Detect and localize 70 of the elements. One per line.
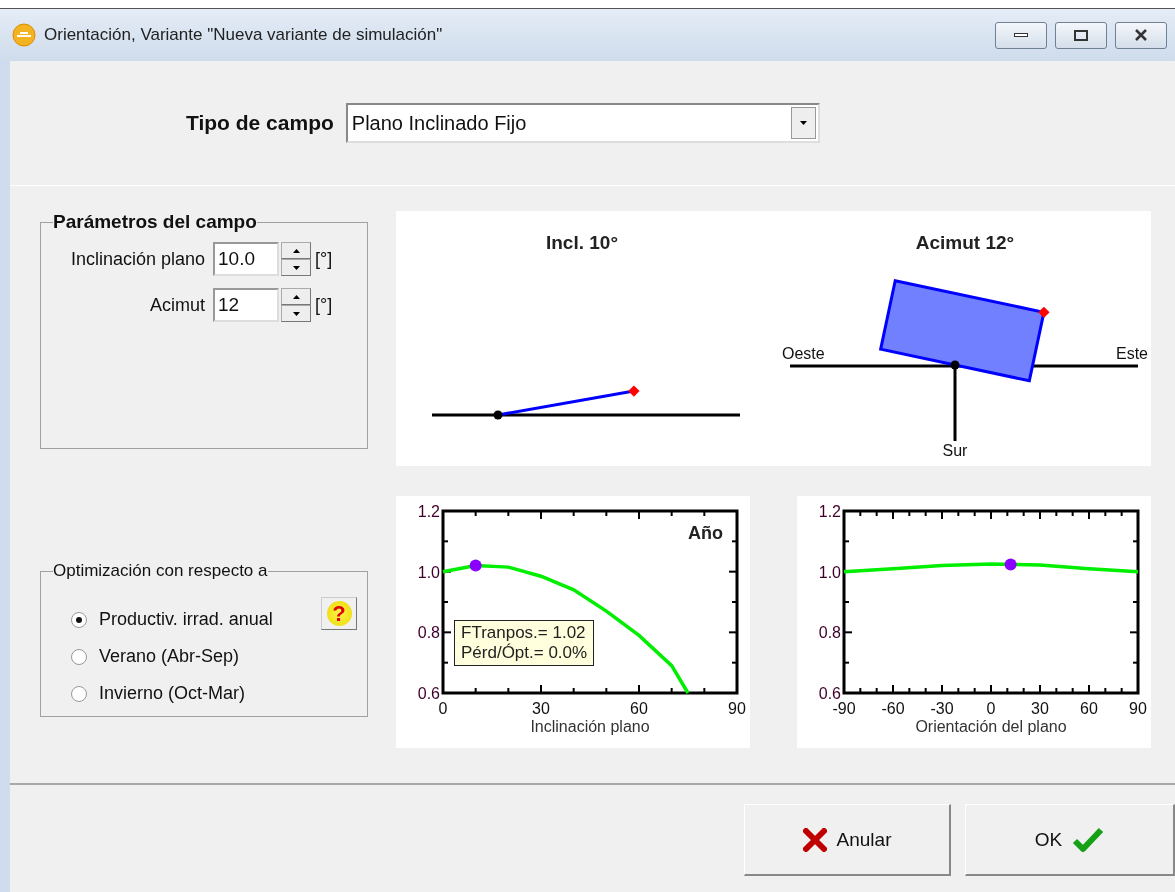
radio-button[interactable]	[71, 648, 87, 665]
maximize-icon	[1074, 29, 1088, 41]
tick-label: -30	[930, 700, 954, 717]
spin-up-button[interactable]	[281, 288, 311, 305]
number-input[interactable]: 10.0	[213, 242, 279, 276]
chart-title: Año	[688, 523, 723, 543]
tick-label: 1.2	[818, 503, 841, 520]
tick-label: 0	[438, 700, 448, 717]
cancel-button[interactable]: Anular	[744, 804, 951, 876]
tick-label: 0.8	[417, 624, 440, 642]
minimize-icon	[1014, 33, 1028, 37]
ok-button[interactable]: OK	[965, 804, 1175, 876]
tick-label: 60	[1080, 700, 1098, 717]
field-label: Inclinación plano	[69, 248, 206, 270]
radio-label: Invierno (Oct-Mar)	[99, 683, 246, 704]
marker-dot	[1004, 558, 1017, 571]
info-text: FTranpos.= 1.02	[461, 623, 587, 643]
tick-label: 0.6	[417, 685, 440, 702]
tick-label: 30	[532, 700, 550, 717]
radio-button[interactable]	[71, 611, 87, 628]
tick-label: 1.2	[417, 503, 440, 520]
tick-label: 0.8	[818, 624, 841, 642]
diagram-title: Incl. 10°	[546, 232, 618, 253]
tick-label: 1.0	[417, 563, 440, 581]
field-type-dropdown[interactable]: Plano Inclinado Fijo	[345, 103, 820, 143]
info-text: Pérd/Ópt.= 0.0%	[461, 643, 588, 663]
caret-down-icon	[292, 265, 300, 270]
close-icon	[1134, 29, 1148, 41]
unit-label: [°]	[315, 294, 334, 316]
radio-label: Productiv. irrad. anual	[99, 609, 273, 630]
spin-up-button[interactable]	[281, 242, 311, 259]
tick-label: 0.6	[818, 685, 841, 702]
field-type-label: Tipo de campo	[186, 111, 334, 135]
axis-label: Orientación del plano	[915, 718, 1067, 735]
maximize-button[interactable]	[1055, 21, 1107, 49]
tick-label: 90	[728, 700, 746, 717]
marker-dot	[469, 559, 482, 572]
cross-icon	[802, 827, 827, 852]
tick-label: 1.0	[818, 563, 841, 581]
caret-up-icon	[292, 294, 300, 299]
caret-down-icon	[292, 311, 300, 316]
caret-up-icon	[292, 248, 300, 253]
tick-label: 0	[986, 700, 996, 717]
axis-label: Inclinación plano	[530, 718, 650, 735]
dropdown-button[interactable]	[790, 107, 816, 139]
number-input[interactable]: 12	[213, 288, 279, 322]
checkmark-icon	[1072, 826, 1105, 853]
tick-label: 30	[1031, 700, 1049, 717]
group-title: Parámetros del campo	[53, 211, 257, 233]
spin-down-button[interactable]	[281, 259, 311, 276]
direction-label: Sur	[942, 442, 968, 459]
radio-label: Verano (Abr-Sep)	[99, 646, 240, 667]
caret-icon	[799, 121, 807, 125]
app-logo-icon	[12, 23, 36, 47]
minimize-button[interactable]	[995, 21, 1047, 49]
direction-label: Oeste	[782, 345, 825, 362]
group-title: Optimización con respecto a	[53, 561, 268, 581]
spin-down-button[interactable]	[281, 305, 311, 322]
tick-label: -60	[881, 700, 905, 717]
diagram-title: Acimut 12°	[915, 232, 1015, 253]
field-label: Acimut	[149, 294, 206, 316]
tick-label: -90	[832, 700, 856, 717]
radio-button[interactable]	[71, 685, 87, 702]
tick-label: 60	[630, 700, 648, 717]
window-title: Orientación, Variante "Nueva variante de simulación"	[44, 25, 444, 45]
help-button[interactable]: ?	[321, 597, 357, 630]
direction-label: Este	[1116, 345, 1148, 362]
tick-label: 90	[1129, 700, 1147, 717]
unit-label: [°]	[315, 248, 334, 270]
close-button[interactable]	[1115, 21, 1167, 49]
